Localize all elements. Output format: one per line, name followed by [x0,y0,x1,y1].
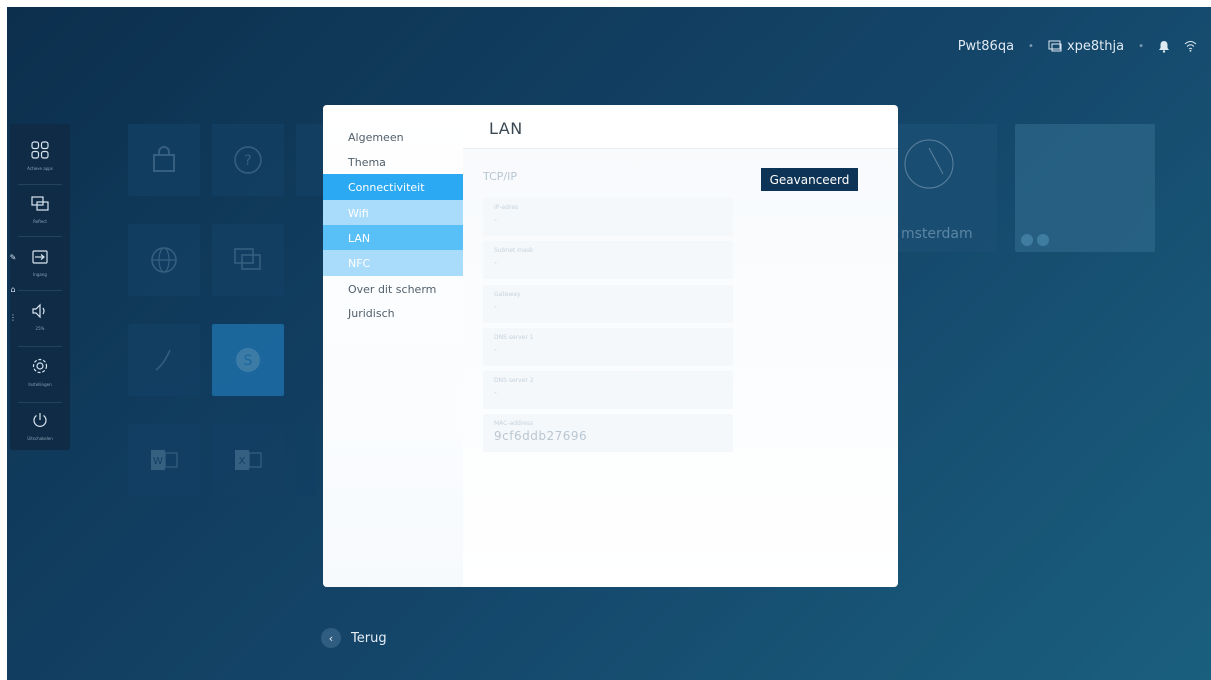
field-value: - [494,302,497,311]
power-icon [31,411,49,433]
sidebar-item-label: Uitschakelen [27,436,53,441]
subnet-mask-field: Subnet mask - [483,241,733,279]
app-tile-partial[interactable] [296,424,316,496]
field-value: - [494,345,497,354]
sidebar-item-label: Instellingen [28,382,52,387]
sidebar-item-settings[interactable]: Instellingen [10,346,70,398]
field-value: - [494,258,497,267]
sidebar-item-label: Reflect [33,219,47,224]
field-label: DNS server 2 [494,377,534,384]
field-label: MAC-address [494,420,534,427]
nav-item-about-screen[interactable]: Over dit scherm [323,276,463,302]
media-dot [1037,234,1049,246]
field-value: - [494,215,497,224]
svg-text:W: W [153,456,163,467]
home-icon[interactable]: ⌂ [7,281,19,297]
reflect-icon [31,196,49,216]
svg-text:?: ? [244,153,251,169]
sidebar-item-power[interactable]: Uitschakelen [10,400,70,452]
sidebar-item-label: Ingang [33,272,47,277]
field-value: 9cf6ddb27696 [494,429,588,443]
nav-label: Over dit scherm [348,282,437,296]
app-tile-excel[interactable]: X [212,424,284,496]
nav-label: NFC [348,256,371,270]
advanced-button[interactable]: Geavanceerd [761,168,858,191]
volume-level: 25% [35,326,45,331]
back-button[interactable]: ‹ Terug [321,628,387,648]
app-tile-word[interactable]: W [128,424,200,496]
app-tile-help[interactable]: ? [212,124,284,196]
separator-dot: • [1028,40,1034,52]
ip-address-field: IP-adres - [483,198,733,236]
desktop-background: Pwt86qa • xpe8thja • ? S W X msterdam Ac… [7,7,1211,680]
chevron-left-icon: ‹ [321,628,341,648]
sidebar-item-volume[interactable]: 25% [10,291,70,343]
app-tile-store[interactable] [128,124,200,196]
field-value: - [494,388,497,397]
nav-item-theme[interactable]: Thema [323,149,463,175]
field-label: DNS server 1 [494,334,534,341]
app-tile-whiteboard[interactable] [128,324,200,396]
nav-item-general[interactable]: Algemeen [323,124,463,150]
nav-item-nfc[interactable]: NFC [323,250,463,276]
app-tile-reflect[interactable] [212,224,284,296]
nav-label: Thema [348,155,386,169]
dns-server-2-field: DNS server 2 - [483,371,733,409]
nav-label: LAN [348,231,371,245]
app-tile-skype[interactable]: S [212,324,284,396]
nav-item-legal[interactable]: Juridisch [323,300,463,326]
bell-icon[interactable] [1158,40,1170,53]
section-label: TCP/IP [483,170,517,183]
volume-icon [31,303,49,323]
back-label: Terug [351,630,387,646]
wifi-icon[interactable] [1184,40,1197,52]
media-dot [1021,234,1033,246]
screen-share-network[interactable]: xpe8thja [1048,39,1124,54]
pen-icon[interactable]: ✎ [7,249,19,265]
field-label: Subnet mask [494,247,534,254]
gear-icon [31,357,49,379]
sidebar-item-input[interactable]: Ingang [10,237,70,289]
mac-address-field: MAC-address 9cf6ddb27696 [483,414,733,452]
apps-grid-icon [31,141,49,163]
media-widget[interactable] [1015,124,1155,252]
nav-label: Connectiviteit [348,180,425,194]
gateway-field: Gateway - [483,285,733,323]
app-tile-partial[interactable] [296,124,326,196]
sidebar-item-active-apps[interactable]: Actieve apps [10,130,70,182]
field-label: IP-adres [494,204,519,211]
screen-share-icon [1048,40,1063,53]
nav-item-lan[interactable]: LAN [323,225,463,251]
nav-label: Juridisch [348,306,395,320]
sidebar-item-reflect[interactable]: Reflect [10,184,70,236]
nav-item-wifi[interactable]: Wifi [323,200,463,226]
sidebar-item-label: Actieve apps [27,166,53,171]
field-label: Gateway [494,291,521,298]
top-status-bar: Pwt86qa • xpe8thja • [958,35,1211,57]
nav-label: Algemeen [348,130,404,144]
device-name: Pwt86qa [957,38,1015,54]
page-title: LAN [489,119,523,138]
dns-server-1-field: DNS server 1 - [483,328,733,366]
divider [463,148,898,149]
nav-item-connectivity[interactable]: Connectiviteit [323,174,463,200]
network-name: xpe8thja [1066,38,1125,54]
settings-nav: Algemeen Thema Connectiviteit Wifi LAN N… [323,105,463,587]
svg-text:X: X [239,456,246,467]
input-icon [31,249,49,269]
svg-text:S: S [244,353,253,369]
settings-dialog: Algemeen Thema Connectiviteit Wifi LAN N… [323,105,898,587]
separator-dot: • [1138,40,1144,52]
app-tile-browser[interactable] [128,224,200,296]
settings-content: LAN TCP/IP Geavanceerd IP-adres - Subnet… [463,105,898,587]
nav-label: Wifi [348,206,369,220]
sidebar: Actieve apps Reflect Ingang 25% Instelli… [10,124,70,450]
menu-icon[interactable]: ⋮ [7,309,19,325]
weather-city: msterdam [901,226,973,242]
weather-widget[interactable]: msterdam [895,124,997,252]
